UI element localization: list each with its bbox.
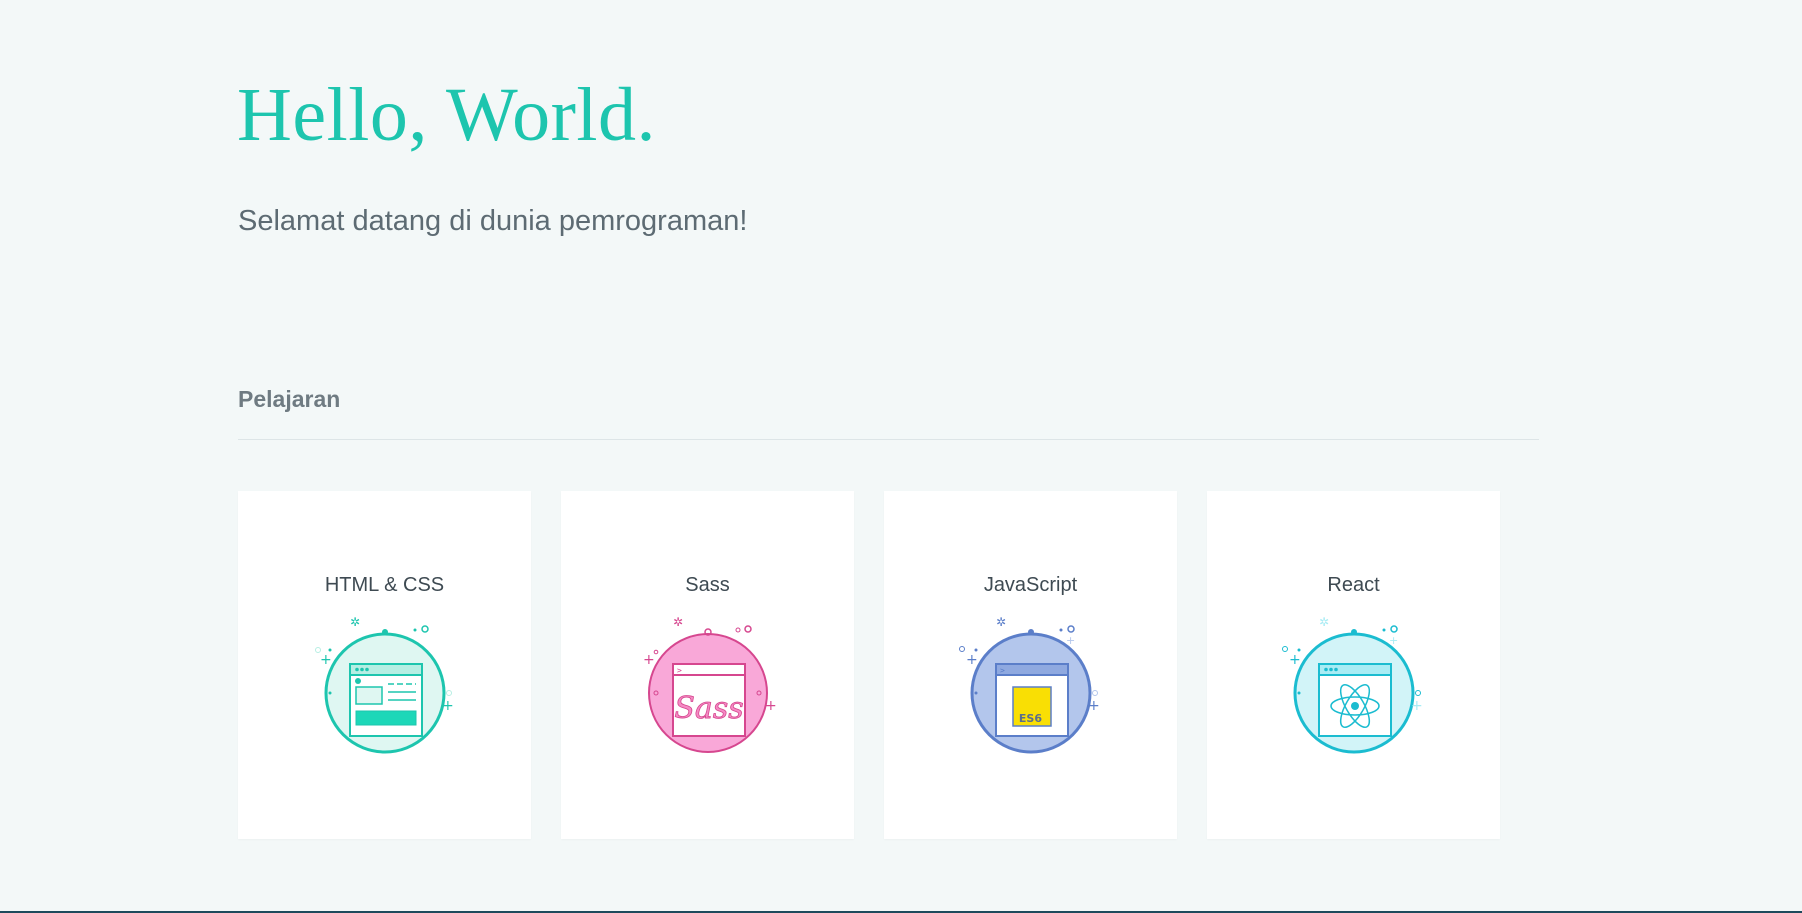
- svg-text:+: +: [1389, 634, 1398, 647]
- hero-title: Hello, World.: [237, 73, 657, 157]
- svg-text:>_: >_: [677, 666, 687, 675]
- sass-icon: >_ Sass ✲ + +: [623, 614, 793, 764]
- es6-label: ES6: [1018, 712, 1041, 725]
- svg-text:+: +: [442, 698, 454, 714]
- javascript-icon: >_ ES6 ✲ + + +: [946, 614, 1116, 764]
- lesson-card-javascript[interactable]: JavaScript >_ ES6 ✲ + + +: [884, 491, 1177, 839]
- lesson-card-title: JavaScript: [983, 574, 1078, 596]
- svg-text:>_: >_: [1000, 666, 1010, 675]
- svg-text:+: +: [643, 652, 655, 668]
- svg-text:✲: ✲: [350, 615, 360, 629]
- svg-text:+: +: [320, 652, 332, 668]
- svg-text:+: +: [1411, 698, 1423, 714]
- page: Hello, World. Selamat datang di dunia pe…: [0, 0, 1802, 913]
- lessons-section-title: Pelajaran: [238, 386, 341, 412]
- svg-text:+: +: [1088, 698, 1100, 714]
- sass-logo-text: Sass: [674, 691, 743, 726]
- section-divider: [238, 439, 1539, 440]
- svg-text:✲: ✲: [673, 615, 683, 629]
- lesson-card-title: Sass: [685, 574, 730, 596]
- lesson-cards: HTML & CSS ✲ + + Sass >_ Sass ✲ + + Java…: [238, 491, 1500, 839]
- react-icon: ✲ + + +: [1269, 614, 1439, 764]
- svg-text:✲: ✲: [996, 615, 1006, 629]
- svg-text:✲: ✲: [1319, 615, 1329, 629]
- lesson-card-react[interactable]: React ✲ + + +: [1207, 491, 1500, 839]
- svg-text:+: +: [765, 698, 777, 714]
- lesson-card-sass[interactable]: Sass >_ Sass ✲ + +: [561, 491, 854, 839]
- html-css-icon: ✲ + +: [300, 614, 470, 764]
- hero-subtitle: Selamat datang di dunia pemrograman!: [238, 205, 748, 237]
- lesson-card-title: HTML & CSS: [324, 574, 445, 596]
- svg-text:+: +: [1289, 652, 1301, 668]
- svg-text:+: +: [966, 652, 978, 668]
- lesson-card-title: React: [1327, 574, 1380, 596]
- lesson-card-html-css[interactable]: HTML & CSS ✲ + +: [238, 491, 531, 839]
- svg-text:+: +: [1066, 634, 1075, 647]
